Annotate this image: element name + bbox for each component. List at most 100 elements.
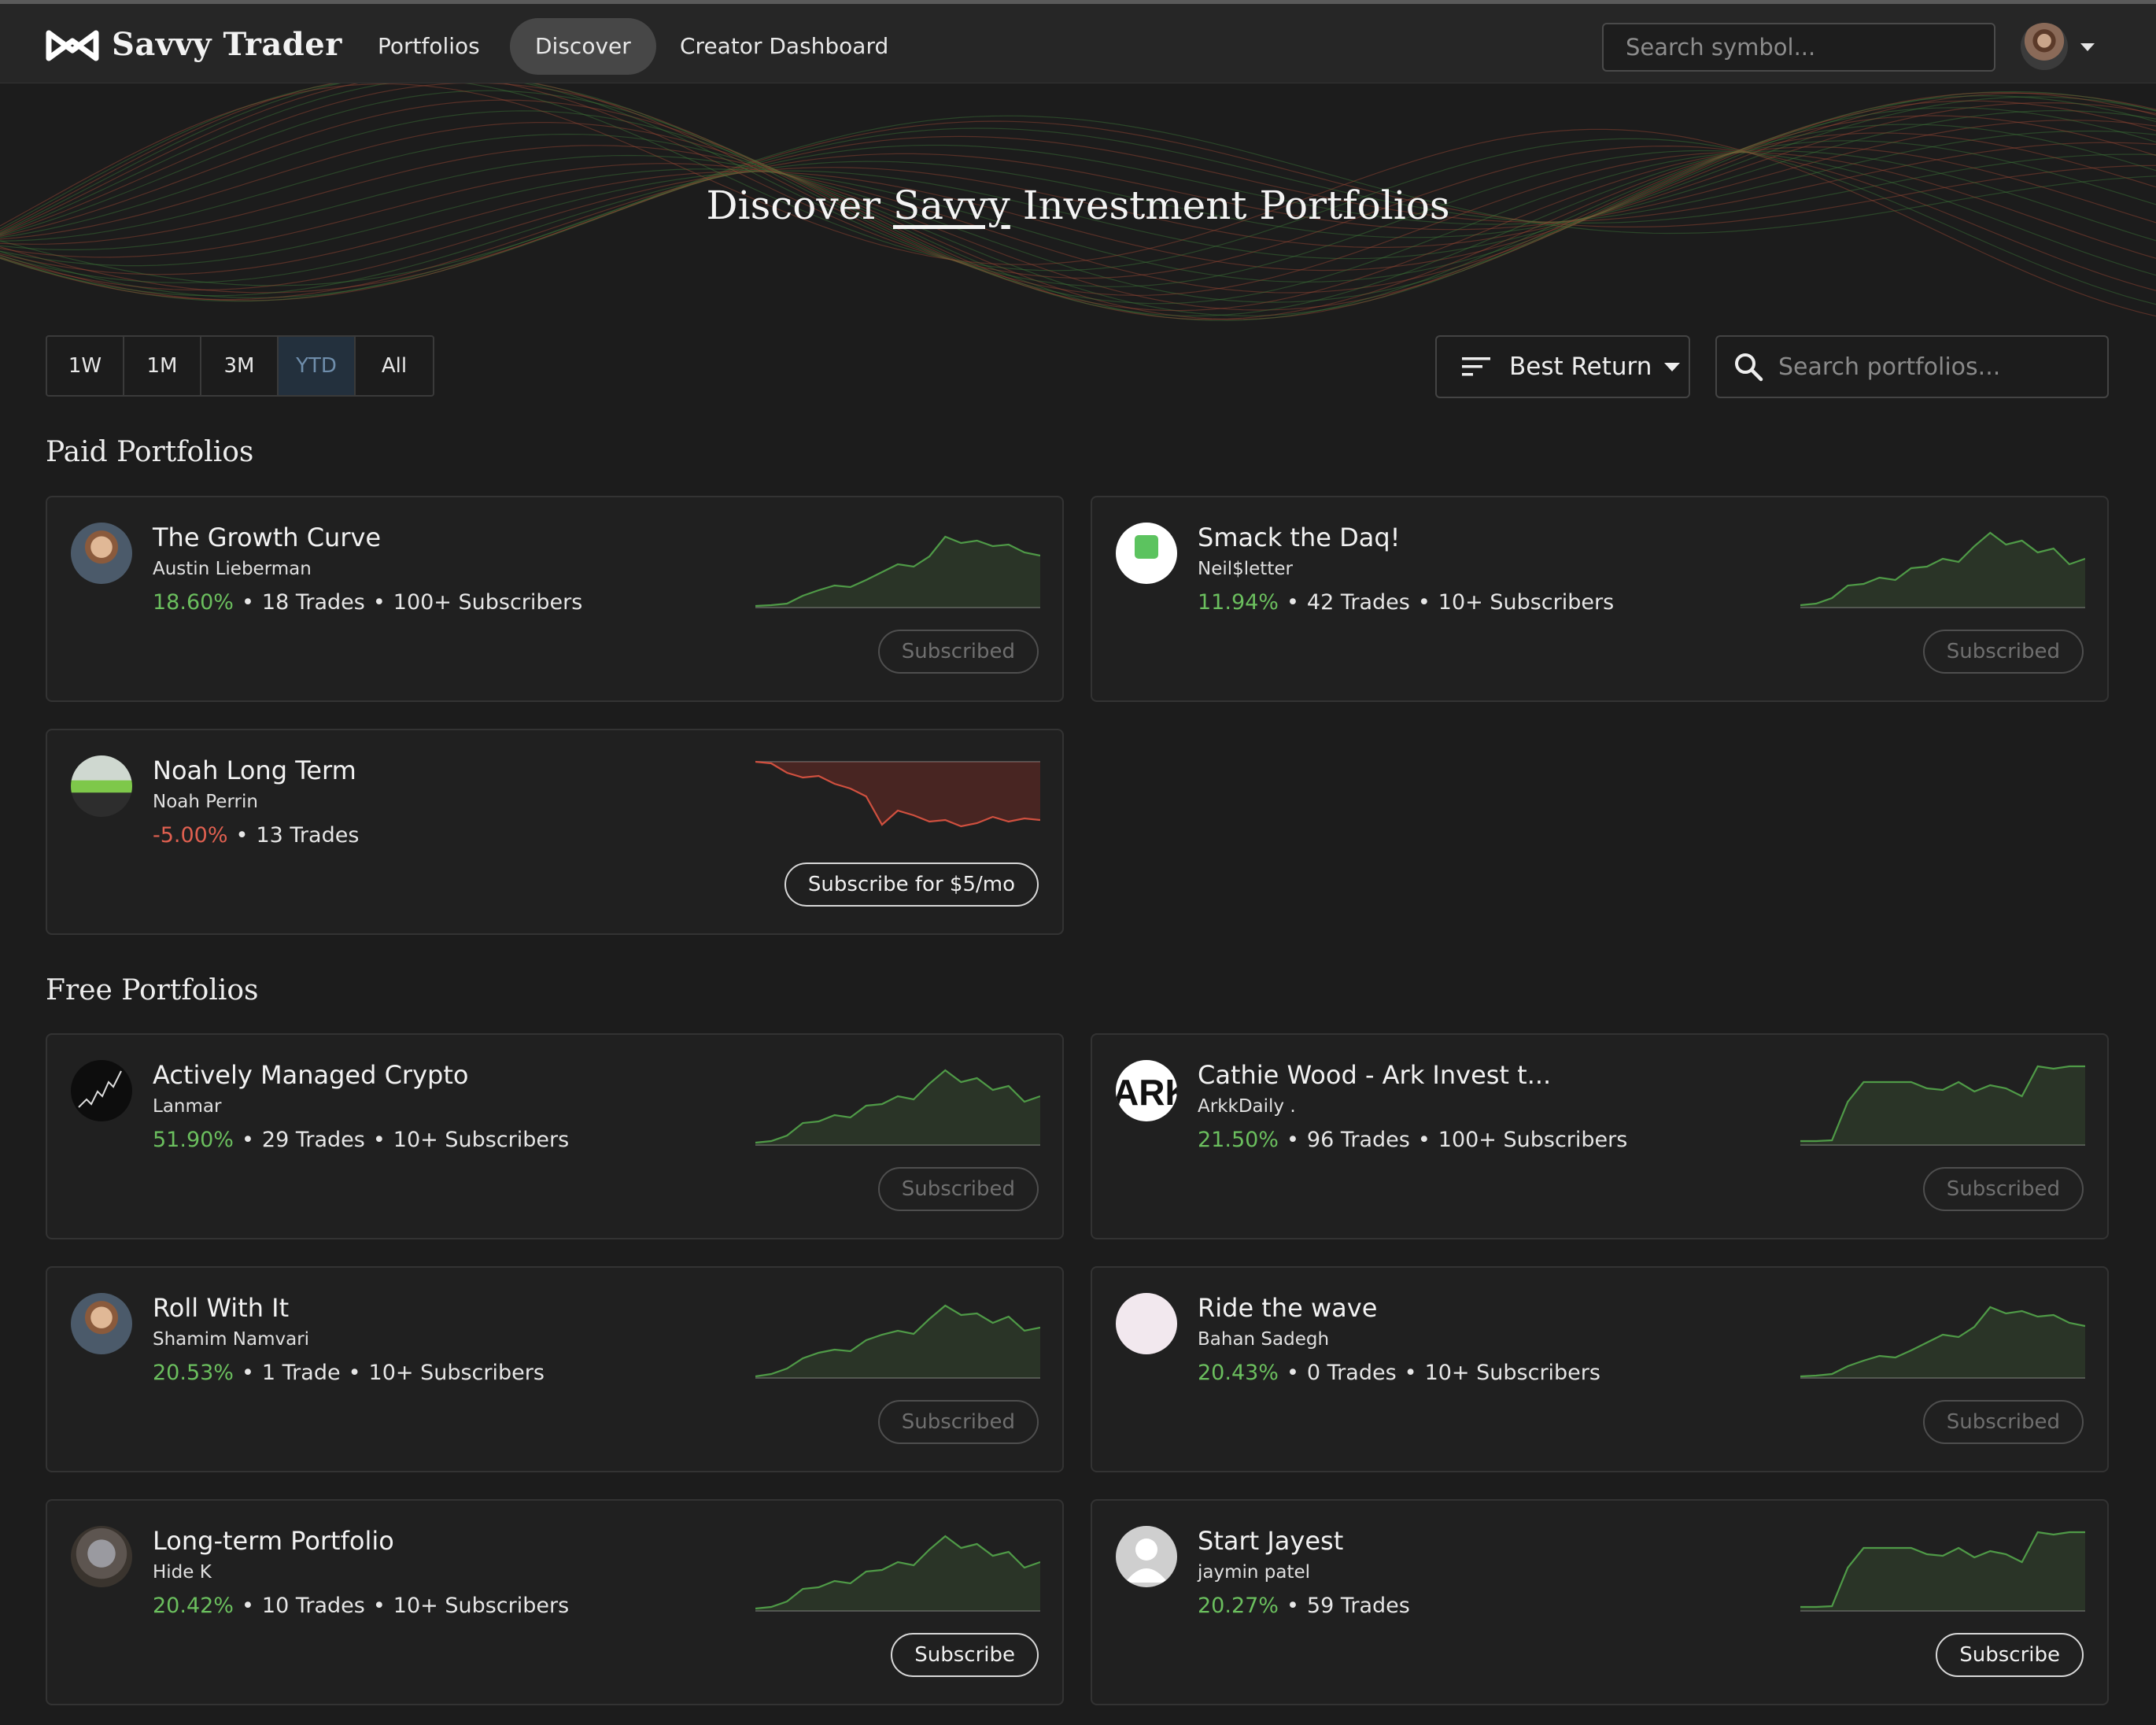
portfolio-stats: 51.90% • 29 Trades • 10+ Subscribers	[153, 1128, 569, 1152]
nav-creator-dashboard[interactable]: Creator Dashboard	[655, 18, 914, 75]
page-title-post: Investment Portfolios	[1010, 183, 1450, 228]
stat-separator: •	[1417, 590, 1431, 615]
performance-sparkline	[1800, 1531, 2085, 1612]
trade-count: 0 Trades	[1306, 1361, 1397, 1385]
page-title: Discover Savvy Investment Portfolios	[0, 183, 2156, 228]
subscribed-button[interactable]: Subscribed	[877, 630, 1039, 674]
portfolio-return: -5.00%	[153, 823, 228, 848]
subscribe-button[interactable]: Subscribe for $5/mo	[784, 862, 1039, 907]
portfolio-card[interactable]: Long-term Portfolio Hide K 20.42% • 10 Tra…	[46, 1499, 1064, 1705]
portfolio-author: jaymin patel	[1198, 1562, 1311, 1583]
portfolio-card[interactable]: Roll With It Shamim Namvari 20.53% • 1 Tra…	[46, 1266, 1064, 1472]
portfolio-name[interactable]: Smack the Daq!	[1198, 523, 1400, 552]
page-title-pre: Discover	[706, 183, 893, 228]
portfolio-stats: 20.53% • 1 Trade • 10+ Subscribers	[153, 1361, 545, 1385]
portfolio-stats: 20.27% • 59 Trades	[1198, 1594, 1410, 1618]
trade-count: 18 Trades	[261, 590, 365, 615]
stat-separator: •	[241, 1361, 254, 1385]
portfolio-return: 11.94%	[1198, 590, 1279, 615]
nav-portfolios[interactable]: Portfolios	[353, 18, 505, 75]
trade-count: 59 Trades	[1306, 1594, 1410, 1618]
portfolio-return: 21.50%	[1198, 1128, 1279, 1152]
portfolio-card[interactable]: The Growth Curve Austin Lieberman 18.60%…	[46, 496, 1064, 702]
portfolio-return: 20.53%	[153, 1361, 234, 1385]
portfolio-search-placeholder: Search portfolios...	[1778, 353, 2001, 381]
performance-sparkline	[755, 1535, 1040, 1612]
portfolio-name[interactable]: Long-term Portfolio	[153, 1526, 394, 1556]
sort-label: Best Return	[1509, 353, 1652, 381]
portfolio-return: 20.43%	[1198, 1361, 1279, 1385]
stat-separator: •	[372, 1128, 386, 1152]
stat-separator: •	[241, 1128, 254, 1152]
subscribed-button[interactable]: Subscribed	[1922, 1167, 2084, 1211]
portfolio-author: Bahan Sadegh	[1198, 1329, 1330, 1350]
portfolio-card[interactable]: Ride the wave Bahan Sadegh 20.43% • 0 Trad…	[1091, 1266, 2109, 1472]
subscriber-count: 10+ Subscribers	[393, 1594, 570, 1618]
stat-separator: •	[372, 590, 386, 615]
performance-sparkline	[1800, 1065, 2085, 1146]
portfolio-author: Lanmar	[153, 1096, 222, 1117]
free-portfolios-heading: Free Portfolios	[46, 974, 259, 1007]
subscribe-button[interactable]: Subscribe	[1936, 1633, 2084, 1677]
top-navbar: Savvy Trader Portfolios Discover Creator…	[0, 0, 2156, 83]
green-car-avatar	[71, 755, 132, 817]
stat-separator: •	[1404, 1361, 1417, 1385]
portfolio-stats: 20.42% • 10 Trades • 10+ Subscribers	[153, 1594, 569, 1618]
performance-sparkline	[755, 535, 1040, 608]
range-ytd-button[interactable]: YTD	[279, 337, 356, 395]
subscribed-button[interactable]: Subscribed	[877, 1400, 1039, 1444]
performance-sparkline	[1800, 1306, 2085, 1379]
green-heart-logo-avatar	[1116, 523, 1177, 584]
portfolio-name[interactable]: The Growth Curve	[153, 523, 381, 552]
portfolio-card[interactable]: ARK Cathie Wood - Ark Invest t... ArkkDa…	[1091, 1033, 2109, 1239]
stat-separator: •	[241, 1594, 254, 1618]
stat-separator: •	[1286, 1128, 1299, 1152]
portfolio-stats: 20.43% • 0 Trades • 10+ Subscribers	[1198, 1361, 1600, 1385]
portfolio-return: 18.60%	[153, 590, 234, 615]
range-3m-button[interactable]: 3M	[201, 337, 279, 395]
portfolio-name[interactable]: Cathie Wood - Ark Invest t...	[1198, 1060, 1551, 1090]
subscribe-button[interactable]: Subscribe	[891, 1633, 1039, 1677]
portfolio-card[interactable]: Smack the Daq! Neil$letter 11.94% • 42 Tra…	[1091, 496, 2109, 702]
range-1m-button[interactable]: 1M	[124, 337, 201, 395]
stat-separator: •	[1286, 1594, 1299, 1618]
range-1w-button[interactable]: 1W	[47, 337, 124, 395]
portfolio-author: Neil$letter	[1198, 559, 1293, 579]
hero-banner: Discover Savvy Investment Portfolios	[0, 83, 2156, 327]
sort-dropdown[interactable]: Best Return	[1435, 335, 1690, 398]
portfolio-name[interactable]: Noah Long Term	[153, 755, 356, 785]
portfolio-return: 20.42%	[153, 1594, 234, 1618]
stat-separator: •	[1417, 1128, 1431, 1152]
sort-icon	[1462, 357, 1490, 376]
range-all-button[interactable]: All	[356, 337, 433, 395]
person-photo-avatar	[71, 523, 132, 584]
stat-separator: •	[1286, 1361, 1299, 1385]
symbol-search-input[interactable]: Search symbol...	[1602, 23, 1995, 72]
portfolio-author: Noah Perrin	[153, 792, 258, 812]
infinity-logo-icon	[46, 30, 99, 61]
user-avatar[interactable]	[2021, 23, 2068, 70]
portfolio-card[interactable]: Actively Managed Crypto Lanmar 51.90% • 29…	[46, 1033, 1064, 1239]
subscribed-button[interactable]: Subscribed	[1922, 1400, 2084, 1444]
account-menu-chevron-down-icon[interactable]	[2080, 43, 2095, 51]
subscribed-button[interactable]: Subscribed	[877, 1167, 1039, 1211]
brand-logo[interactable]: Savvy Trader	[44, 26, 342, 63]
surfer-drawing-avatar	[1116, 1293, 1177, 1354]
portfolio-card[interactable]: Noah Long Term Noah Perrin -5.00% • 13 Tra…	[46, 729, 1064, 935]
chart-drawing-avatar	[71, 1060, 132, 1121]
stat-separator: •	[348, 1361, 361, 1385]
portfolio-stats: 11.94% • 42 Trades • 10+ Subscribers	[1198, 590, 1614, 615]
portfolio-card[interactable]: Start Jayest jaymin patel 20.27% • 59 Trad…	[1091, 1499, 2109, 1705]
portfolio-name[interactable]: Ride the wave	[1198, 1293, 1377, 1323]
portfolio-name[interactable]: Actively Managed Crypto	[153, 1060, 468, 1090]
portfolio-author: Shamim Namvari	[153, 1329, 310, 1350]
portfolio-name[interactable]: Roll With It	[153, 1293, 289, 1323]
portfolio-search-input[interactable]: Search portfolios...	[1715, 335, 2109, 398]
performance-sparkline	[755, 1304, 1040, 1379]
subscribed-button[interactable]: Subscribed	[1922, 630, 2084, 674]
chevron-down-icon	[1664, 362, 1681, 371]
portfolio-name[interactable]: Start Jayest	[1198, 1526, 1343, 1556]
nav-discover[interactable]: Discover	[510, 18, 656, 75]
trade-count: 42 Trades	[1306, 590, 1410, 615]
trade-count: 1 Trade	[261, 1361, 341, 1385]
